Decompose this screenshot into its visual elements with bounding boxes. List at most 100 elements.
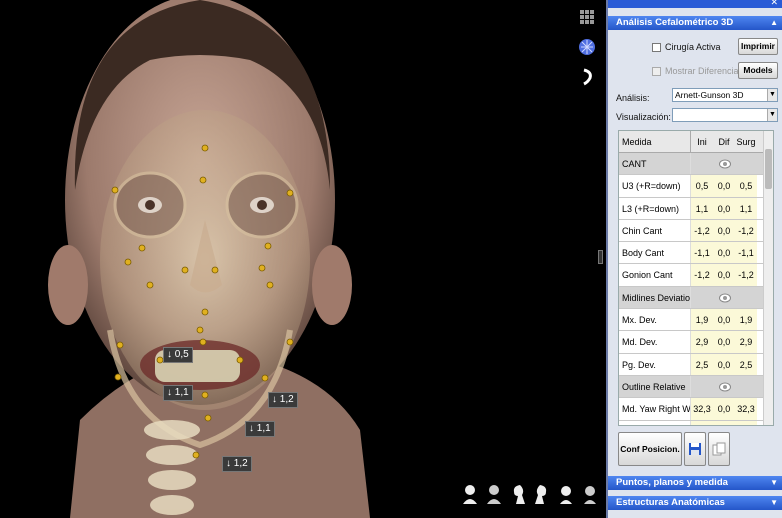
table-row[interactable]: Pg. Dev. 2,5 0,0 2,5 (619, 353, 765, 376)
3d-viewport[interactable]: ↓ 0,5 ↓ 1,1 ↓ 1,2 ↓ 1,1 ↓ 1,2 (0, 0, 603, 518)
head-top-view-icon[interactable] (558, 484, 574, 504)
scrollbar-thumb[interactable] (765, 149, 772, 189)
head-bottom-view-icon[interactable] (582, 484, 598, 504)
table-scrollbar[interactable] (763, 131, 773, 425)
cell-surg: 32,6 (735, 420, 757, 425)
cell-ini: -1,2 (691, 219, 713, 242)
cell-surg: 2,5 (735, 353, 757, 375)
group-visibility[interactable] (691, 153, 765, 175)
table-group-row[interactable]: Outline Relative (619, 375, 765, 399)
table-row[interactable]: Md. Dev. 2,9 0,0 2,9 (619, 331, 765, 354)
cell-ini: 2,5 (691, 353, 713, 375)
header-surg[interactable]: Surg (735, 131, 757, 152)
table-row[interactable]: Gonion Cant -1,2 0,0 -1,2 (619, 264, 765, 287)
checkbox-label: Cirugía Activa (665, 42, 721, 52)
analysis-panel: ✕ Análisis Cefalométrico 3D ▲ Cirugía Ac… (606, 0, 782, 518)
chevron-down-icon[interactable]: ▼ (767, 109, 777, 121)
cell-dif: 0,0 (713, 219, 735, 242)
close-icon[interactable]: ✕ (770, 0, 778, 8)
section-title: Análisis Cefalométrico 3D (616, 17, 734, 28)
table-row[interactable]: Md. Yaw Right W... 32,3 0,0 32,3 (619, 398, 765, 421)
cell-ini: 32,3 (691, 398, 713, 420)
chevron-up-icon: ▲ (770, 18, 778, 27)
analisis-select[interactable]: Arnett-Gunson 3D ▼ (672, 88, 778, 102)
cirugia-activa-checkbox[interactable]: Cirugía Activa (652, 42, 721, 53)
cell-dif: 0,0 (713, 398, 735, 420)
table-header: Medida Ini Dif Surg (619, 131, 765, 153)
header-dif[interactable]: Dif (713, 131, 735, 152)
group-visibility[interactable] (691, 286, 765, 309)
models-button[interactable]: Models (738, 62, 778, 79)
head-front-view-icon[interactable] (462, 484, 478, 504)
table-row[interactable]: Chin Cant -1,2 0,0 -1,2 (619, 219, 765, 243)
checkbox-label: Mostrar Diferencia (665, 66, 739, 76)
chevron-down-icon: ▼ (770, 478, 778, 487)
measurement-label: ↓ 1,2 (268, 392, 298, 408)
cell-ini: 2,9 (691, 331, 713, 353)
view-presets (462, 484, 598, 504)
head-right-view-icon[interactable] (534, 484, 550, 504)
cell-dif: 0,0 (713, 420, 735, 425)
checkbox-box[interactable] (652, 43, 661, 53)
panel-topbar: ✕ (608, 0, 782, 8)
section-header-estructuras[interactable]: Estructuras Anatómicas ▼ (608, 496, 782, 510)
measurements-table[interactable]: Medida Ini Dif Surg CANT U3 (+R=down) 0,5 0… (618, 130, 774, 426)
measurement-label: ↓ 1,2 (222, 456, 252, 472)
table-row[interactable]: Md. Yaw Left Wi...32,60,032,6 (619, 420, 765, 425)
imprimir-button[interactable]: Imprimir (738, 38, 778, 55)
measurement-label: ↓ 0,5 (163, 347, 193, 363)
cell-name: Chin Cant (619, 219, 691, 242)
section-title: Puntos, planos y medida (616, 477, 728, 488)
section-header-puntos[interactable]: Puntos, planos y medida ▼ (608, 476, 782, 490)
chevron-down-icon[interactable]: ▼ (767, 89, 777, 101)
cell-name: Md. Yaw Left Wi... (619, 420, 691, 425)
section-header-cephalometric[interactable]: Análisis Cefalométrico 3D ▲ (608, 16, 782, 30)
cell-ini: 32,6 (691, 420, 713, 425)
cell-ini: -1,1 (691, 242, 713, 264)
mostrar-diferencia-checkbox[interactable]: Mostrar Diferencia (652, 66, 739, 77)
cell-surg: -1,2 (735, 264, 757, 286)
cell-ini: 1,9 (691, 309, 713, 331)
visualizacion-select[interactable]: ▼ (672, 108, 778, 122)
cell-ini: 1,1 (691, 197, 713, 219)
table-group-row[interactable]: Midlines Deviatio... (619, 286, 765, 310)
table-row[interactable]: Body Cant -1,1 0,0 -1,1 (619, 242, 765, 265)
section-title: Estructuras Anatómicas (616, 497, 725, 508)
eye-icon[interactable] (719, 159, 731, 169)
group-name: Midlines Deviatio... (619, 286, 691, 309)
eye-icon[interactable] (719, 382, 731, 392)
header-medida[interactable]: Medida (619, 131, 691, 152)
measurement-label: ↓ 1,1 (163, 385, 193, 401)
table-body: CANT U3 (+R=down) 0,5 0,0 0,5 L3 (+R=down) 1,1… (619, 153, 765, 425)
face-render (48, 0, 370, 518)
table-row[interactable]: U3 (+R=down) 0,5 0,0 0,5 (619, 175, 765, 198)
save-button[interactable] (684, 432, 706, 466)
cell-surg: 0,5 (735, 175, 757, 197)
group-visibility[interactable] (691, 375, 765, 398)
conf-posicion-button[interactable]: Conf Posicion. (618, 432, 682, 466)
cell-surg: 32,3 (735, 398, 757, 420)
cell-surg: -1,1 (735, 242, 757, 264)
table-row[interactable]: L3 (+R=down) 1,1 0,0 1,1 (619, 197, 765, 220)
head-back-view-icon[interactable] (486, 484, 502, 504)
group-name: CANT (619, 153, 691, 175)
eye-icon[interactable] (719, 293, 731, 303)
table-row[interactable]: Mx. Dev. 1,9 0,0 1,9 (619, 309, 765, 332)
header-ini[interactable]: Ini (691, 131, 713, 152)
cell-surg: 1,1 (735, 197, 757, 219)
head-left-view-icon[interactable] (510, 484, 526, 504)
grid-view-icon[interactable] (578, 8, 596, 26)
cell-name: Pg. Dev. (619, 353, 691, 375)
checkbox-box[interactable] (652, 67, 661, 77)
copy-button[interactable] (708, 432, 730, 466)
analisis-label: Análisis: (616, 93, 650, 103)
group-name: Outline Relative (619, 375, 691, 398)
mesh-view-icon[interactable] (578, 38, 596, 56)
cell-name: U3 (+R=down) (619, 175, 691, 197)
cell-name: Mx. Dev. (619, 309, 691, 331)
cell-dif: 0,0 (713, 197, 735, 219)
profile-view-icon[interactable] (578, 68, 596, 86)
panel-collapse-handle[interactable] (598, 250, 603, 264)
cell-dif: 0,0 (713, 331, 735, 353)
table-group-row[interactable]: CANT (619, 153, 765, 176)
